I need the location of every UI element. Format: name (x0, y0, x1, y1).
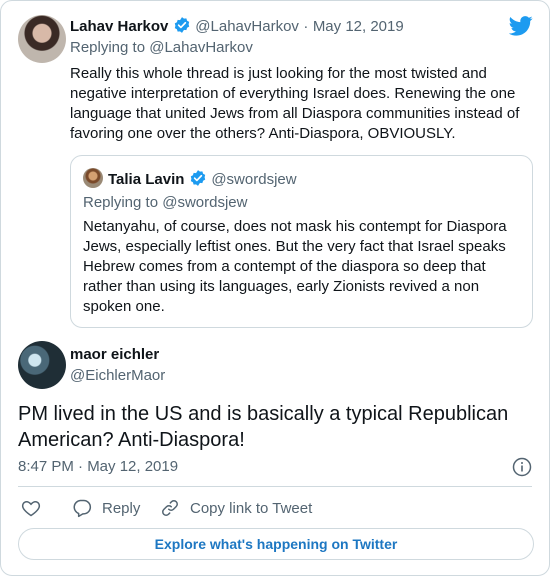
quoted-replying-to-handle[interactable]: @swordsjew (162, 194, 247, 211)
replying-prefix: Replying to (70, 39, 146, 56)
verified-badge-icon (174, 17, 190, 33)
copy-link-label: Copy link to Tweet (190, 499, 313, 517)
author-handle[interactable]: @LahavHarkov (195, 18, 299, 35)
tweet-timestamp[interactable]: 8:47 PM · May 12, 2019 (18, 458, 178, 475)
copy-link-button[interactable]: Copy link to Tweet (160, 498, 312, 518)
quoted-author-handle[interactable]: @swordsjew (211, 171, 296, 188)
reply-bubble-icon (73, 499, 92, 518)
reply-label: Reply (102, 499, 141, 517)
like-button[interactable] (21, 498, 41, 518)
tweet-date[interactable]: May 12, 2019 (313, 18, 404, 35)
quoted-tweet-text: Netanyahu, of course, does not mask his … (83, 218, 507, 315)
main-tweet-text: PM lived in the US and is basically a ty… (18, 403, 509, 451)
quoted-replying-prefix: Replying to (83, 194, 159, 211)
heart-icon (21, 500, 41, 517)
main-author-name[interactable]: maor eichler (70, 346, 159, 363)
twitter-bird-icon[interactable] (509, 16, 533, 36)
quoted-header: Talia Lavin @swordsjew (108, 169, 297, 189)
dot-separator: · (303, 18, 309, 35)
avatar-talia-lavin[interactable] (83, 168, 103, 188)
avatar-maor-eichler[interactable] (18, 341, 66, 389)
explore-twitter-button[interactable]: Explore what's happening on Twitter (18, 528, 534, 560)
link-icon (162, 500, 178, 516)
info-icon[interactable] (512, 457, 532, 477)
quoted-author-name[interactable]: Talia Lavin (108, 171, 184, 188)
divider (18, 486, 532, 487)
main-author-handle[interactable]: @EichlerMaor (70, 367, 165, 384)
verified-badge-icon (190, 170, 206, 186)
quoted-replying-to-line: Replying to @swordsjew (83, 194, 247, 211)
explore-label: Explore what's happening on Twitter (154, 536, 398, 552)
replying-to-handle[interactable]: @LahavHarkov (149, 39, 253, 56)
embedded-tweet-card: Lahav Harkov @LahavHarkov · May 12, 2019… (0, 0, 550, 576)
author-name[interactable]: Lahav Harkov (70, 18, 168, 35)
avatar-lahav-harkov[interactable] (18, 15, 66, 63)
parent-tweet-text: Really this whole thread is just looking… (70, 65, 520, 142)
reply-button[interactable]: Reply (72, 498, 140, 518)
replying-to-line: Replying to @LahavHarkov (70, 39, 253, 56)
parent-header: Lahav Harkov @LahavHarkov · May 12, 2019 (70, 16, 404, 36)
